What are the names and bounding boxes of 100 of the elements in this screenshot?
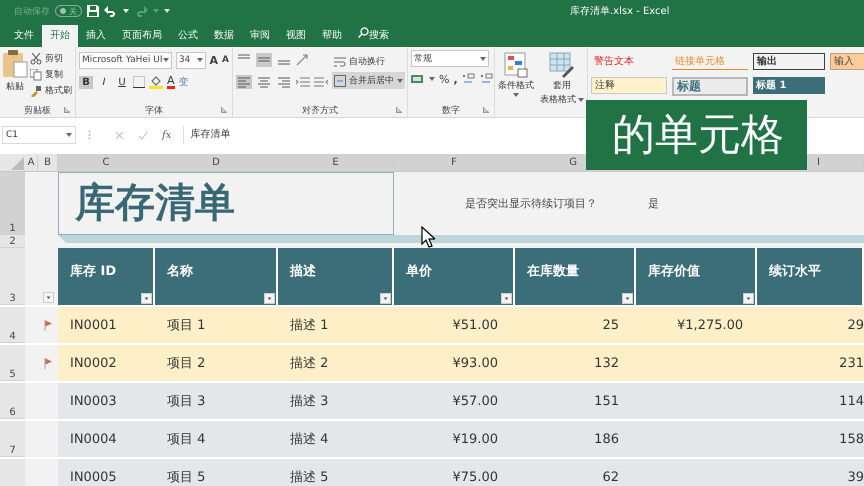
font-style-button[interactable]: I — [97, 76, 111, 88]
font-style-button[interactable]: U — [115, 76, 129, 88]
cell-style-item[interactable]: 输出 — [753, 53, 825, 70]
insert-function-button[interactable]: fx — [162, 130, 172, 140]
indent-icon[interactable] — [296, 76, 310, 88]
conditional-format-button[interactable]: 条件格式 — [498, 50, 534, 117]
phonetic-button[interactable]: 变 — [178, 75, 189, 89]
caret-icon[interactable] — [480, 56, 486, 60]
caret-icon[interactable] — [429, 77, 435, 81]
currency-icon[interactable] — [411, 73, 425, 85]
ribbon-tab[interactable]: 视图 — [278, 25, 314, 47]
table-cell: 231 — [757, 345, 864, 381]
ribbon-tab[interactable]: 审阅 — [242, 25, 278, 47]
format-as-table-button[interactable]: 套用 表格格式 — [540, 50, 584, 117]
indent-icon[interactable] — [314, 76, 328, 88]
caret-icon[interactable] — [578, 98, 584, 102]
horizontal-align-icon[interactable] — [236, 75, 252, 89]
filter-dropdown-icon[interactable] — [501, 293, 512, 304]
save-icon[interactable] — [87, 5, 99, 17]
caret-icon[interactable] — [162, 58, 169, 62]
column-heading-text: 在库数量 — [527, 264, 579, 279]
fill-color-icon[interactable] — [149, 75, 163, 89]
ribbon-tab[interactable]: 公式 — [170, 25, 206, 47]
caret-icon[interactable] — [513, 93, 519, 97]
table-cell: 39 — [757, 459, 864, 486]
column-heading-text: 描述 — [290, 264, 316, 279]
filter-dropdown-icon[interactable] — [380, 293, 391, 304]
table-cell: 151 — [515, 383, 636, 419]
horizontal-align-icon[interactable] — [256, 75, 272, 89]
ribbon-tab[interactable]: 文件 — [6, 25, 42, 47]
ribbon-tab[interactable]: 开始 — [42, 25, 78, 47]
cell-style-item[interactable]: 注释 — [591, 77, 667, 94]
title-cell[interactable]: 库存清单 — [58, 172, 394, 235]
decrease-decimal-icon[interactable] — [480, 73, 494, 85]
filter-dropdown-icon[interactable] — [42, 292, 54, 303]
dialog-launcher-icon[interactable] — [64, 107, 70, 113]
paste-button[interactable]: 粘贴 — [3, 50, 27, 103]
cell-style-item[interactable]: 输入 — [830, 53, 864, 70]
merge-center-button[interactable]: 合并后居中 — [332, 72, 405, 89]
increase-decimal-icon[interactable] — [462, 73, 476, 85]
table-cell: 描述 3 — [278, 383, 394, 419]
column-header[interactable]: G — [515, 154, 586, 171]
row-header[interactable]: 4 — [0, 307, 25, 343]
dialog-launcher-icon[interactable] — [483, 107, 489, 113]
vertical-align-icon[interactable] — [256, 53, 272, 67]
font-style-button[interactable]: B — [79, 76, 93, 88]
percent-button[interactable]: % — [439, 72, 450, 86]
font-color-button[interactable]: A — [167, 75, 175, 89]
filter-dropdown-icon[interactable] — [141, 293, 152, 304]
ribbon-tab[interactable]: 插入 — [78, 25, 114, 47]
column-header[interactable]: C — [58, 154, 155, 171]
table-cell: 158 — [757, 421, 864, 457]
table-cell: 25 — [515, 307, 636, 343]
comma-button[interactable]: , — [453, 72, 458, 86]
caret-icon[interactable] — [196, 58, 203, 62]
orientation-icon[interactable] — [296, 54, 310, 66]
ribbon-tab[interactable]: 页面布局 — [114, 25, 170, 47]
column-header[interactable]: I — [807, 154, 864, 171]
name-box[interactable]: C1 — [2, 126, 76, 144]
answer-cell[interactable]: 是 — [636, 172, 757, 235]
horizontal-align-icon[interactable] — [276, 75, 292, 89]
cell-style-item[interactable]: 警告文本 — [591, 53, 667, 70]
filter-dropdown-icon[interactable] — [264, 293, 275, 304]
font-name-field[interactable]: Microsoft YaHei UI — [79, 52, 172, 68]
row-header[interactable]: 7 — [0, 421, 25, 457]
table-cell: ¥19.00 — [394, 421, 515, 457]
column-header[interactable]: D — [155, 154, 278, 171]
dialog-launcher-icon[interactable] — [221, 107, 227, 113]
row-header[interactable]: 3 — [0, 248, 25, 305]
cut-button[interactable]: 剪切 — [30, 52, 72, 65]
copy-button[interactable]: 复制 — [30, 68, 72, 81]
caret-icon[interactable] — [123, 9, 129, 13]
shrink-font-button[interactable]: A — [222, 55, 229, 65]
wrap-text-button[interactable]: 自动换行 — [332, 53, 405, 70]
row-header[interactable]: 6 — [0, 383, 25, 419]
dialog-launcher-icon[interactable] — [396, 107, 402, 113]
ribbon-tab[interactable]: 数据 — [206, 25, 242, 47]
ribbon-tab[interactable]: 帮助 — [314, 25, 350, 47]
filter-dropdown-icon[interactable] — [622, 293, 633, 304]
filter-dropdown-icon[interactable] — [743, 293, 754, 304]
caret-icon[interactable] — [397, 78, 403, 82]
column-header[interactable]: F — [394, 154, 515, 171]
border-icon[interactable] — [133, 76, 145, 88]
window-title: 库存清单.xlsx - Excel — [570, 4, 670, 18]
row-header[interactable]: 5 — [0, 345, 25, 381]
table-cell: 114 — [757, 383, 864, 419]
column-header[interactable]: E — [278, 154, 394, 171]
undo-icon[interactable] — [104, 5, 118, 17]
table-cell: ¥51.00 — [394, 307, 515, 343]
column-header[interactable]: A — [25, 154, 38, 171]
caret-icon[interactable] — [66, 133, 72, 137]
font-size-field[interactable]: 34 — [176, 52, 206, 68]
grow-font-button[interactable]: A — [210, 54, 218, 66]
search-tab[interactable]: 搜索 — [350, 25, 397, 47]
cell-style-item[interactable]: 标题 — [672, 77, 748, 96]
number-format-field[interactable]: 常规 — [411, 50, 489, 67]
row-header[interactable]: 1 — [0, 172, 25, 235]
row-header[interactable]: 2 — [0, 235, 25, 248]
format-painter-button[interactable]: 格式刷 — [30, 84, 72, 97]
cell-style-item[interactable]: 标题 1 — [753, 77, 825, 94]
